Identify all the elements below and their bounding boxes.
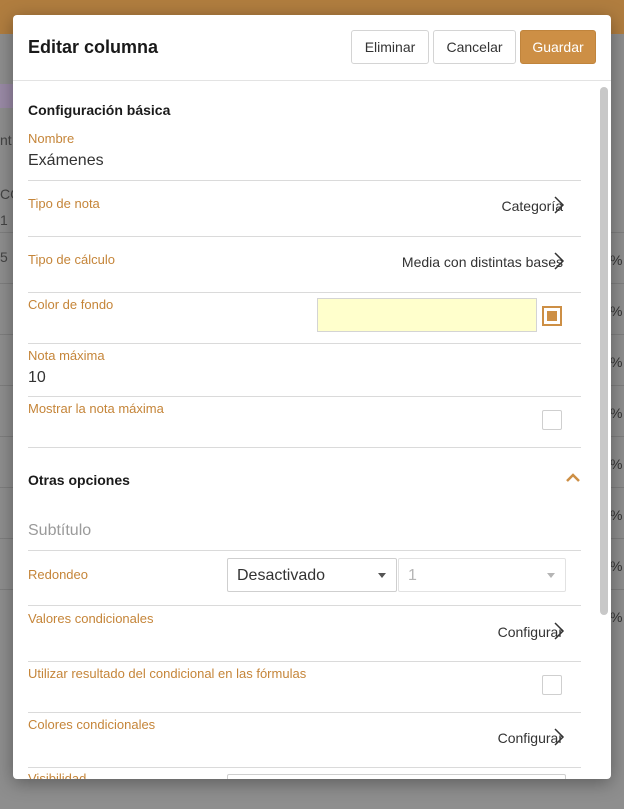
scrollbar-thumb[interactable] [600, 87, 608, 615]
divider [28, 605, 581, 606]
bg-right-fragment: % [610, 303, 623, 319]
chevron-right-icon[interactable] [553, 727, 565, 747]
use-conditional-label: Utilizar resultado del condicional en la… [28, 666, 307, 681]
divider [28, 236, 581, 237]
divider [28, 550, 581, 551]
bg-right-fragment: % [610, 354, 623, 370]
bg-right-fragment: % [610, 558, 623, 574]
chevron-up-icon[interactable] [565, 473, 581, 483]
max-grade-input[interactable]: 10 [28, 369, 46, 387]
grade-type-label: Tipo de nota [28, 196, 100, 211]
rounding-selected: Desactivado [237, 567, 326, 584]
name-input[interactable]: Exámenes [28, 152, 104, 170]
bg-right-fragment: % [610, 252, 623, 268]
chevron-right-icon[interactable] [553, 251, 565, 271]
conditional-values-label: Valores condicionales [28, 611, 154, 626]
other-options-heading: Otras opciones [28, 472, 130, 488]
caret-down-icon [547, 573, 555, 578]
use-conditional-checkbox[interactable] [542, 675, 562, 695]
divider [28, 447, 581, 448]
rounding-select[interactable]: Desactivado [227, 558, 397, 592]
bg-right-fragment: % [610, 609, 623, 625]
bg-left-tab [0, 84, 14, 108]
chevron-right-icon[interactable] [553, 621, 565, 641]
bg-color-preview[interactable] [317, 298, 537, 332]
bg-left-fragment: 1 [0, 212, 8, 228]
rounding-label: Redondeo [28, 567, 88, 582]
dialog-body: Configuración básica Nombre Exámenes Tip… [13, 81, 611, 779]
divider [28, 767, 581, 768]
divider [28, 712, 581, 713]
show-max-checkbox[interactable] [542, 410, 562, 430]
divider [28, 661, 581, 662]
decimals-selected: 1 [408, 567, 417, 584]
divider [28, 180, 581, 181]
bg-color-label: Color de fondo [28, 297, 114, 312]
decimals-select[interactable]: 1 [398, 558, 566, 592]
dialog-header: Editar columna Eliminar Cancelar Guardar [13, 15, 611, 81]
delete-button[interactable]: Eliminar [351, 30, 429, 64]
divider [28, 396, 581, 397]
conditional-colors-label: Colores condicionales [28, 717, 156, 732]
max-grade-label: Nota máxima [28, 348, 105, 363]
caret-down-icon [378, 573, 386, 578]
chevron-right-icon[interactable] [553, 195, 565, 215]
calc-type-label: Tipo de cálculo [28, 252, 115, 267]
bg-right-fragment: % [610, 456, 623, 472]
visibility-select[interactable] [227, 774, 566, 779]
visibility-label: Visibilidad [28, 771, 87, 779]
bg-right-fragment: % [610, 405, 623, 421]
edit-column-dialog: Editar columna Eliminar Cancelar Guardar… [13, 15, 611, 779]
dialog-title: Editar columna [28, 37, 159, 57]
divider [28, 292, 581, 293]
basic-config-heading: Configuración básica [28, 102, 171, 118]
bg-right-fragment: % [610, 507, 623, 523]
bg-left-fragment: 5 [0, 249, 8, 265]
save-button[interactable]: Guardar [520, 30, 596, 64]
bg-left-fragment: nt [0, 132, 12, 148]
subtitle-input[interactable]: Subtítulo [28, 522, 91, 540]
color-picker-icon[interactable] [542, 306, 562, 326]
show-max-label: Mostrar la nota máxima [28, 401, 164, 416]
calc-type-value[interactable]: Media con distintas bases [402, 254, 563, 270]
name-label: Nombre [28, 131, 75, 146]
cancel-button[interactable]: Cancelar [433, 30, 516, 64]
divider [28, 343, 581, 344]
